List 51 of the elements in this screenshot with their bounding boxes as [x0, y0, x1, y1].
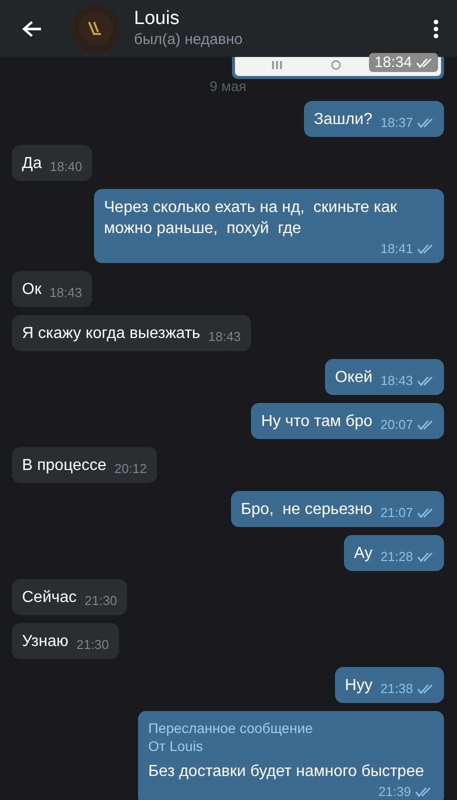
- message-bubble[interactable]: Пересланное сообщение От Louis Без доставки будет намного быстрее 21:39: [138, 711, 444, 800]
- message-text: Да: [22, 154, 42, 174]
- message-time: 18:43: [380, 373, 413, 388]
- message-text: Бро, не серьезно: [240, 500, 372, 520]
- message-time: 21:30: [84, 593, 118, 608]
- message-bubble[interactable]: Я скажу когда выезжать 18:43: [12, 315, 251, 351]
- message-bubble[interactable]: Ну что там бро 20:07: [251, 403, 444, 439]
- message-text: Узнаю: [22, 632, 68, 652]
- message-bubble[interactable]: Сейчас 21:30: [12, 579, 128, 615]
- back-arrow-icon[interactable]: [22, 20, 42, 38]
- message-time: 18:43: [49, 285, 82, 300]
- message-time: 18:43: [208, 329, 241, 344]
- message-time: 18:34: [369, 53, 438, 72]
- message-bubble[interactable]: В процессе 20:12: [12, 447, 157, 483]
- message-text: Ну что там бро: [261, 412, 372, 432]
- message-bubble[interactable]: Нуу 21:38: [334, 667, 444, 703]
- message-bubble[interactable]: Зашли? 18:37: [304, 101, 444, 137]
- message-time: 21:07: [380, 505, 413, 520]
- message-bubble[interactable]: Да 18:40: [12, 145, 92, 181]
- message-bubble[interactable]: Бро, не серьезно 21:07: [230, 491, 444, 527]
- date-separator: 9 мая: [210, 79, 246, 93]
- message-time: 21:38: [380, 681, 413, 696]
- message-text: Я скажу когда выезжать: [22, 324, 200, 344]
- message-time: 20:12: [114, 461, 147, 476]
- message-bubble[interactable]: Узнаю 21:30: [12, 623, 119, 659]
- message-bubble[interactable]: Ок 18:43: [12, 271, 92, 307]
- message-bubble[interactable]: Через сколько ехать на нд, скиньте как можно раньше, похуй где 18:41: [94, 189, 444, 263]
- avatar[interactable]: [72, 4, 120, 52]
- message-text: Нуу: [344, 676, 372, 696]
- message-time: 21:28: [380, 549, 413, 564]
- message-text: Окей: [334, 368, 372, 388]
- message-text: Через сколько ехать на нд, скиньте как можно раньше, похуй где: [104, 198, 398, 239]
- message-text: Ок: [22, 280, 42, 300]
- message-time: 18:40: [50, 159, 82, 174]
- message-bubble[interactable]: Ау 21:28: [344, 535, 444, 571]
- message-text: Ау: [354, 544, 372, 564]
- forwarded-from: От Louis: [148, 737, 203, 755]
- message-time: 18:37: [380, 115, 413, 130]
- more-menu-icon[interactable]: [433, 18, 439, 38]
- message-time: 20:07: [380, 417, 413, 432]
- contact-name: Louis: [134, 8, 180, 30]
- message-text: Без доставки будет намного быстрее: [148, 762, 424, 782]
- message-text: Сейчас: [22, 588, 77, 608]
- message-text: Зашли?: [314, 110, 372, 130]
- message-time: 18:41: [380, 241, 413, 256]
- forwarded-label: Пересланное сообщение: [148, 719, 313, 737]
- message-text: В процессе: [22, 456, 106, 476]
- contact-status: был(а) недавно: [134, 30, 244, 50]
- message-time: 21:30: [76, 637, 109, 652]
- message-time: 21:39: [378, 784, 411, 799]
- message-bubble[interactable]: Окей 18:43: [324, 359, 444, 395]
